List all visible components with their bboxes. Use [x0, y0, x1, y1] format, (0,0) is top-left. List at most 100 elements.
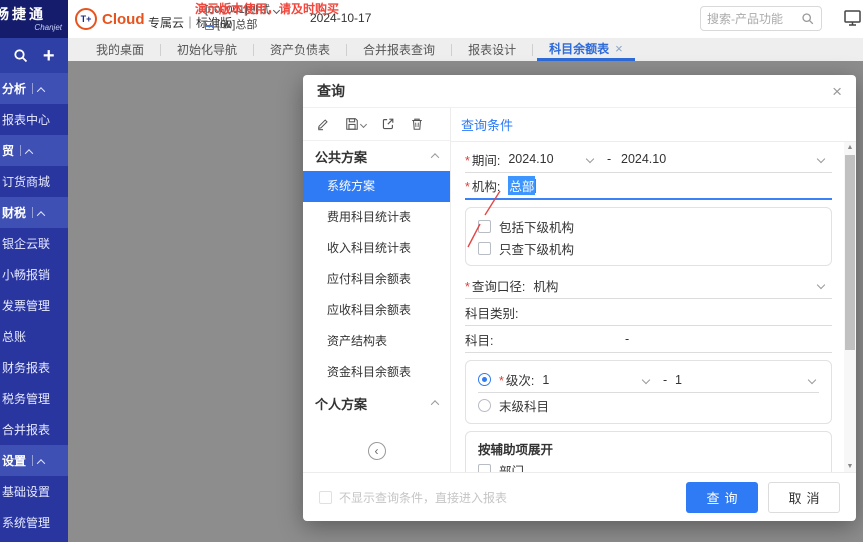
- sidebar-item[interactable]: 银企云联: [0, 228, 68, 259]
- product-cloud-label: Cloud: [102, 11, 145, 28]
- save-icon[interactable]: [345, 117, 368, 131]
- sidebar-item[interactable]: 总账: [0, 321, 68, 352]
- product-search[interactable]: [700, 6, 822, 31]
- checkbox-icon[interactable]: [319, 490, 332, 504]
- sidebar-label: 财税: [2, 206, 27, 220]
- plan-item[interactable]: 系统方案: [303, 171, 450, 202]
- cancel-button[interactable]: 取消: [768, 481, 840, 513]
- chevron-down-icon[interactable]: [816, 280, 826, 290]
- caliber-label: 查询口径:: [465, 276, 525, 295]
- add-icon[interactable]: +: [43, 46, 55, 66]
- level-panel: 级次: 1 - 1 末级科目: [465, 360, 832, 424]
- subject-category-row: 科目类别:: [465, 299, 832, 326]
- only-sub-checkbox-row[interactable]: 只查下级机构: [478, 237, 819, 259]
- workstation-icon[interactable]: [843, 8, 863, 28]
- tab-item[interactable]: 资产负债表: [258, 38, 342, 61]
- scrollbar-thumb[interactable]: [845, 155, 855, 350]
- plan-item[interactable]: 应付科目余额表: [303, 264, 450, 295]
- form-scrollbar[interactable]: ▲ ▼: [844, 142, 856, 472]
- public-plans-header[interactable]: 公共方案: [303, 141, 450, 171]
- delete-icon[interactable]: [410, 117, 424, 131]
- sidebar-item[interactable]: 发票管理: [0, 290, 68, 321]
- sidebar-item[interactable]: 订货商城: [0, 166, 68, 197]
- tab-item[interactable]: 报表设计: [456, 38, 528, 61]
- tab-close-icon[interactable]: ×: [615, 41, 623, 56]
- tab-label: 初始化导航: [177, 43, 238, 57]
- plan-item[interactable]: 应收科目余额表: [303, 295, 450, 326]
- last-level-label: 末级科目: [499, 399, 550, 414]
- tab-item[interactable]: 科目余额表 ×: [537, 38, 635, 61]
- chevron-down-icon[interactable]: [807, 375, 817, 385]
- plan-item[interactable]: 资产结构表: [303, 326, 450, 357]
- chevron-down-icon[interactable]: [641, 375, 651, 385]
- period-from-value[interactable]: 2024.10: [508, 152, 553, 166]
- radio-selected-icon[interactable]: [478, 373, 491, 386]
- collapse-panel-button[interactable]: ‹: [367, 442, 386, 460]
- scroll-down-icon[interactable]: ▼: [844, 463, 856, 470]
- dialog-title: 查询: [317, 83, 345, 99]
- sidebar-item[interactable]: 系统管理: [0, 507, 68, 538]
- chevron-down-icon[interactable]: [816, 154, 826, 164]
- sidebar-section[interactable]: 分析: [0, 73, 68, 104]
- sidebar-item[interactable]: 小畅报销: [0, 259, 68, 290]
- search-icon[interactable]: [801, 12, 815, 26]
- skip-condition-row[interactable]: 不显示查询条件，直接进入报表: [319, 489, 507, 506]
- caliber-value[interactable]: 机构: [533, 276, 558, 295]
- last-level-radio-row[interactable]: 末级科目: [478, 393, 819, 417]
- tab-item[interactable]: 我的桌面: [84, 38, 156, 61]
- org-line: [00]总部: [205, 18, 279, 33]
- chevron-up-icon: [36, 86, 46, 96]
- search-input[interactable]: [707, 11, 801, 26]
- divider: [20, 145, 22, 156]
- tab-label: 合并报表查询: [363, 43, 436, 57]
- export-icon[interactable]: [381, 117, 395, 131]
- checkbox-icon[interactable]: [478, 241, 491, 255]
- level-to-value[interactable]: 1: [675, 373, 682, 387]
- tab-divider: [451, 43, 453, 56]
- org-icon: [205, 21, 214, 30]
- sub-org-panel: 包括下级机构 只查下级机构: [465, 207, 832, 266]
- condition-panel: 查询条件 期间: 2024.10 - 2024.10 机构: 总部: [451, 108, 856, 472]
- sidebar-section[interactable]: 贸: [0, 135, 68, 166]
- sidebar-item[interactable]: 报表中心: [0, 104, 68, 135]
- org-input-value[interactable]: 总部: [508, 176, 536, 195]
- close-icon[interactable]: ×: [832, 83, 842, 100]
- sidebar-item[interactable]: 基础设置: [0, 476, 68, 507]
- dept-label: 部门: [499, 464, 525, 473]
- org-name: [00]总部: [217, 19, 258, 31]
- tab-item[interactable]: 合并报表查询: [351, 38, 447, 61]
- checkbox-icon[interactable]: [478, 463, 491, 472]
- sidebar-item[interactable]: 税务管理: [0, 383, 68, 414]
- sidebar-item[interactable]: 财务报表: [0, 352, 68, 383]
- query-dialog: 查询 × 公共方案 系统方案 费用科目统计表 收入科目统计表 应付科目余额表 应…: [303, 75, 856, 521]
- include-sub-checkbox-row[interactable]: 包括下级机构: [478, 215, 819, 237]
- edit-icon[interactable]: [316, 117, 330, 131]
- search-icon[interactable]: [13, 48, 29, 64]
- sidebar-label: 发票管理: [2, 299, 51, 313]
- condition-tab[interactable]: 查询条件: [451, 108, 856, 142]
- chevron-down-icon[interactable]: [585, 154, 595, 164]
- level-radio-row[interactable]: 级次: 1 - 1: [478, 367, 819, 393]
- sidebar-item[interactable]: 合并报表: [0, 414, 68, 445]
- divider: [32, 455, 34, 466]
- checkbox-icon[interactable]: [478, 219, 491, 233]
- period-to-value[interactable]: 2024.10: [621, 152, 666, 166]
- text-caret: [535, 178, 537, 193]
- plan-item[interactable]: 收入科目统计表: [303, 233, 450, 264]
- scroll-up-icon[interactable]: ▲: [844, 144, 856, 151]
- tab-item[interactable]: 初始化导航: [165, 38, 249, 61]
- plan-item[interactable]: 费用科目统计表: [303, 202, 450, 233]
- plan-item[interactable]: 资金科目余额表: [303, 357, 450, 388]
- sidebar-label: 系统管理: [2, 516, 51, 530]
- query-button[interactable]: 查询: [686, 481, 758, 513]
- personal-plans-header[interactable]: 个人方案: [303, 388, 450, 418]
- radio-icon[interactable]: [478, 398, 491, 412]
- dept-checkbox-row[interactable]: 部门: [478, 459, 819, 472]
- level-from-value[interactable]: 1: [542, 373, 549, 387]
- only-sub-label: 只查下级机构: [499, 242, 575, 257]
- sidebar-label: 财务报表: [2, 361, 51, 375]
- period-range-dash: -: [607, 152, 612, 166]
- sidebar-section[interactable]: 设置: [0, 445, 68, 476]
- dialog-footer: 不显示查询条件，直接进入报表 查询 取消: [303, 472, 856, 521]
- sidebar-section[interactable]: 财税: [0, 197, 68, 228]
